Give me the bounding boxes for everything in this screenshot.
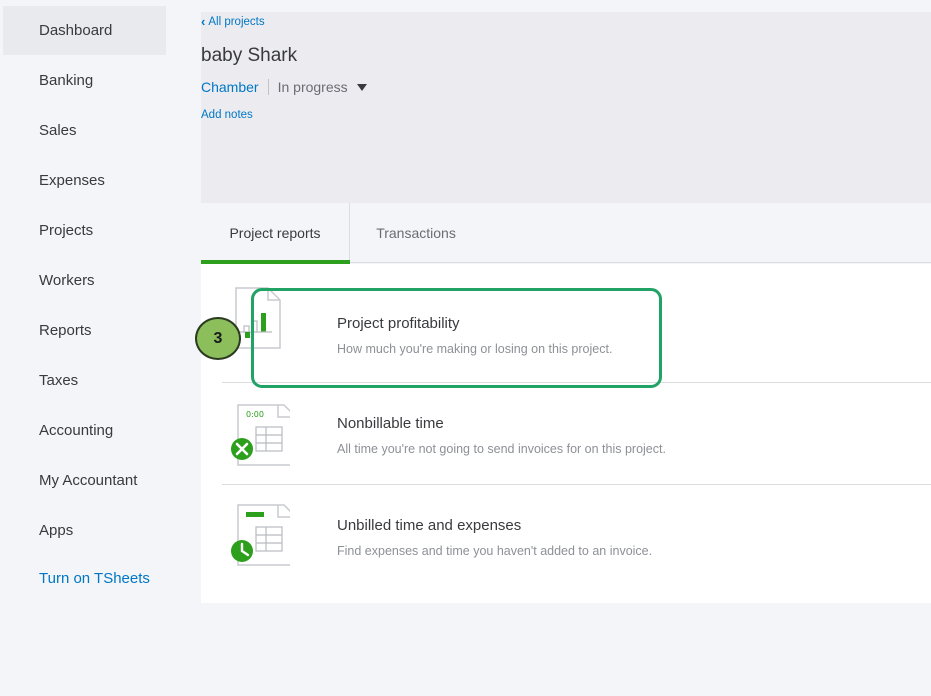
all-projects-link[interactable]: ‹ All projects: [201, 15, 265, 28]
sidebar-item-apps[interactable]: Apps: [3, 506, 166, 555]
tutorial-highlight-box: [251, 288, 662, 388]
sidebar-item-label: Taxes: [39, 372, 79, 389]
report-title: Nonbillable time: [337, 415, 444, 432]
chevron-left-icon: ‹: [201, 14, 206, 29]
sidebar-item-workers[interactable]: Workers: [3, 256, 166, 305]
nonbillable-time-icon: 0:00: [231, 404, 290, 466]
report-description: All time you're not going to send invoic…: [337, 442, 666, 456]
sidebar-item-label: Workers: [39, 272, 95, 289]
turn-on-tsheets-link[interactable]: Turn on TSheets: [3, 554, 166, 603]
report-unbilled-time-expenses[interactable]: Unbilled time and expenses Find expenses…: [222, 485, 931, 586]
sidebar-item-label: My Accountant: [39, 472, 138, 489]
tab-label: Transactions: [376, 225, 456, 241]
page-title: baby Shark: [201, 45, 298, 66]
sidebar-nav: Dashboard Banking Sales Expenses Project…: [0, 0, 201, 696]
meta-divider: [267, 79, 269, 95]
sidebar-item-label: Accounting: [39, 422, 114, 439]
caret-down-icon: [356, 83, 367, 91]
unbilled-time-expenses-icon: [231, 504, 290, 566]
tab-project-reports[interactable]: Project reports: [201, 203, 350, 264]
status-label: In progress: [277, 79, 348, 95]
svg-text:0:00: 0:00: [246, 410, 264, 419]
sidebar-item-taxes[interactable]: Taxes: [3, 356, 166, 405]
sidebar-item-label: Banking: [39, 72, 94, 89]
report-nonbillable-time[interactable]: 0:00 Nonbillable time All time you're no…: [222, 383, 931, 484]
add-notes-link[interactable]: Add notes: [201, 109, 253, 121]
sidebar-item-accounting[interactable]: Accounting: [3, 406, 166, 455]
report-title: Unbilled time and expenses: [337, 517, 522, 534]
sidebar-item-label: Reports: [39, 322, 92, 339]
sidebar-item-sales[interactable]: Sales: [3, 106, 166, 155]
step-number-badge: 3: [195, 317, 241, 360]
sidebar-item-banking[interactable]: Banking: [3, 56, 166, 105]
project-meta: Chamber In progress: [201, 79, 367, 95]
tab-label: Project reports: [229, 225, 321, 241]
all-projects-label: All projects: [208, 15, 265, 28]
sidebar-item-projects[interactable]: Projects: [3, 206, 166, 255]
sidebar-item-label: Expenses: [39, 172, 105, 189]
project-header: ‹ All projects baby Shark Chamber In pro…: [201, 12, 931, 203]
sidebar-item-label: Apps: [39, 522, 74, 539]
sidebar-item-my-accountant[interactable]: My Accountant: [3, 456, 166, 505]
status-dropdown[interactable]: In progress: [278, 79, 367, 95]
sidebar-item-expenses[interactable]: Expenses: [3, 156, 166, 205]
sidebar-item-label: Sales: [39, 122, 77, 139]
customer-link[interactable]: Chamber: [201, 79, 259, 95]
sidebar-item-dashboard[interactable]: Dashboard: [3, 6, 166, 55]
sidebar-item-reports[interactable]: Reports: [3, 306, 166, 355]
report-description: Find expenses and time you haven't added…: [337, 544, 653, 558]
tab-transactions[interactable]: Transactions: [351, 203, 481, 263]
tab-bar: Project reports Transactions: [201, 203, 931, 264]
sidebar-item-label: Projects: [39, 222, 94, 239]
sidebar-item-label: Dashboard: [39, 22, 113, 39]
